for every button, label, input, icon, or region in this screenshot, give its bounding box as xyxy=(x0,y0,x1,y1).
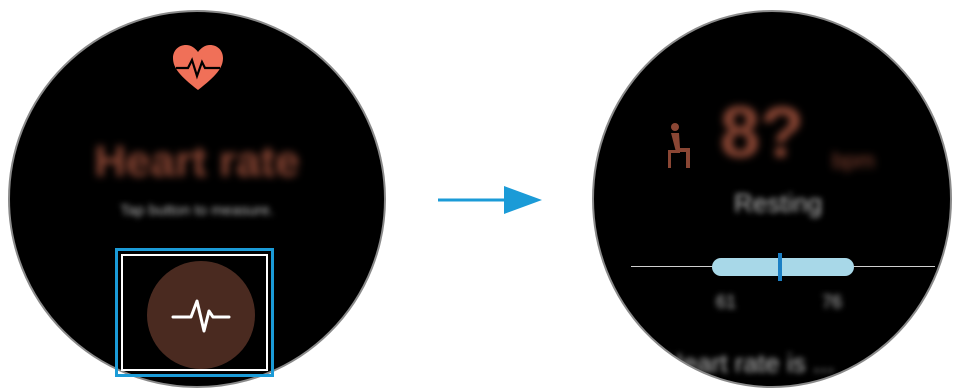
watch-screen-result: 8? bpm Resting 61 76 Heart rate is ... xyxy=(592,10,952,388)
measure-hint-text: Tap button to measure. xyxy=(120,202,274,219)
range-bar xyxy=(712,258,854,276)
bpm-value: 8? xyxy=(720,93,805,173)
heart-icon xyxy=(173,45,223,90)
range-max: 76 xyxy=(822,292,843,312)
footer-text: Heart rate is ... xyxy=(664,348,835,378)
watch-screen-heart-rate: Heart rate Tap button to measure. xyxy=(8,10,386,388)
range-marker xyxy=(778,253,783,281)
sitting-person-icon xyxy=(668,123,690,168)
bpm-unit: bpm xyxy=(832,148,875,173)
arrow-right-icon xyxy=(438,186,542,214)
range-min: 61 xyxy=(716,292,737,312)
heart-rate-title: Heart rate xyxy=(94,137,300,186)
measure-button[interactable] xyxy=(147,261,255,369)
pulse-icon xyxy=(171,299,231,333)
status-label: Resting xyxy=(734,188,823,218)
